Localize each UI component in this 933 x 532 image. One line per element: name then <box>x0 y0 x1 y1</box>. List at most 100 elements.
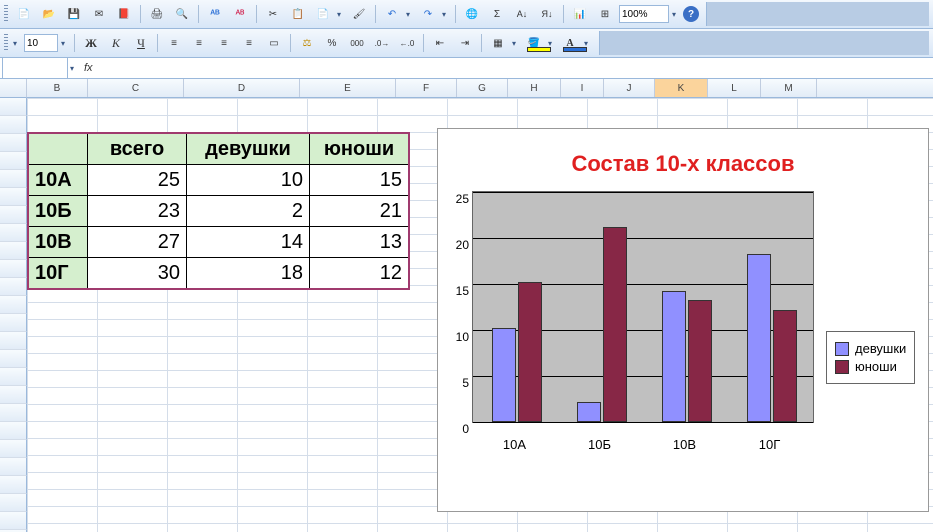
zoom-dropdown-icon[interactable]: ▾ <box>672 10 680 19</box>
name-box[interactable] <box>2 57 68 79</box>
align-right-icon[interactable]: ≡ <box>213 32 235 54</box>
column-header-M[interactable]: M <box>761 79 817 97</box>
cell-total[interactable]: 27 <box>88 227 187 258</box>
font-name-dropdown-icon[interactable]: ▾ <box>13 39 21 48</box>
sort-asc-icon[interactable]: А↓ <box>511 3 533 25</box>
cell-girls[interactable]: 10 <box>187 165 310 196</box>
font-size-dropdown-icon[interactable]: ▾ <box>61 39 69 48</box>
font-size-input[interactable] <box>24 34 58 52</box>
row-header-9[interactable] <box>0 206 27 224</box>
align-justify-icon[interactable]: ≡ <box>238 32 260 54</box>
open-icon[interactable]: 📂 <box>38 3 60 25</box>
zoom-input[interactable] <box>619 5 669 23</box>
chart-object[interactable]: Состав 10-х классов 0510152025 10А10Б10В… <box>437 128 929 512</box>
cell-boys[interactable]: 13 <box>310 227 410 258</box>
cell-boys[interactable]: 12 <box>310 258 410 290</box>
underline-button[interactable]: Ч <box>130 32 152 54</box>
cell-boys[interactable]: 21 <box>310 196 410 227</box>
sum-icon[interactable]: Σ <box>486 3 508 25</box>
row-header-4[interactable] <box>0 116 27 134</box>
row-header-10[interactable] <box>0 224 27 242</box>
remove-decimal-icon[interactable]: ←.0 <box>396 32 418 54</box>
cells-area[interactable]: всего девушки юноши 10А25101510Б2322110В… <box>27 98 933 532</box>
row-header-24[interactable] <box>0 476 27 494</box>
font-color-icon[interactable]: A <box>559 32 581 54</box>
cut-icon[interactable]: ✂ <box>262 3 284 25</box>
borders-icon[interactable]: ▦ <box>487 32 509 54</box>
row-header-26[interactable] <box>0 512 27 530</box>
increase-indent-icon[interactable]: ⇥ <box>454 32 476 54</box>
navigator-icon[interactable]: ⊞ <box>594 3 616 25</box>
toolbar-handle[interactable] <box>4 34 8 52</box>
row-header-11[interactable] <box>0 242 27 260</box>
toolbar-handle[interactable] <box>4 5 8 23</box>
row-header-23[interactable] <box>0 458 27 476</box>
row-header-18[interactable] <box>0 368 27 386</box>
fx-label[interactable]: fx <box>84 62 93 74</box>
column-header-E[interactable]: E <box>300 79 396 97</box>
copy-icon[interactable]: 📋 <box>287 3 309 25</box>
column-header-B[interactable]: B <box>27 79 88 97</box>
hyperlink-icon[interactable]: 🌐 <box>461 3 483 25</box>
column-header-L[interactable]: L <box>708 79 761 97</box>
sort-desc-icon[interactable]: Я↓ <box>536 3 558 25</box>
row-header-19[interactable] <box>0 386 27 404</box>
row-header-13[interactable] <box>0 278 27 296</box>
column-header-G[interactable]: G <box>457 79 508 97</box>
fill-color-icon[interactable]: 🪣 <box>523 32 545 54</box>
column-header-F[interactable]: F <box>396 79 457 97</box>
cell-girls[interactable]: 14 <box>187 227 310 258</box>
column-header-H[interactable]: H <box>508 79 561 97</box>
undo-icon[interactable]: ↶ <box>381 3 403 25</box>
paste-dropdown-icon[interactable]: ▾ <box>337 10 345 19</box>
row-header-22[interactable] <box>0 440 27 458</box>
redo-dropdown-icon[interactable]: ▾ <box>442 10 450 19</box>
autospell-icon[interactable]: ᴬᴮ <box>229 3 251 25</box>
row-header-8[interactable] <box>0 188 27 206</box>
cell-total[interactable]: 23 <box>88 196 187 227</box>
new-doc-icon[interactable]: 📄 <box>13 3 35 25</box>
mail-icon[interactable]: ✉ <box>88 3 110 25</box>
cell-girls[interactable]: 2 <box>187 196 310 227</box>
save-icon[interactable]: 💾 <box>63 3 85 25</box>
row-header-20[interactable] <box>0 404 27 422</box>
row-header-6[interactable] <box>0 152 27 170</box>
redo-icon[interactable]: ↷ <box>417 3 439 25</box>
print-icon[interactable]: 🖨 <box>146 3 168 25</box>
export-pdf-icon[interactable]: 📕 <box>113 3 135 25</box>
undo-dropdown-icon[interactable]: ▾ <box>406 10 414 19</box>
help-icon[interactable]: ? <box>683 6 699 22</box>
row-header-17[interactable] <box>0 350 27 368</box>
row-header-3[interactable] <box>0 98 27 116</box>
cell-boys[interactable]: 15 <box>310 165 410 196</box>
add-decimal-icon[interactable]: .0→ <box>371 32 393 54</box>
row-header-14[interactable] <box>0 296 27 314</box>
currency-icon[interactable]: ⚖ <box>296 32 318 54</box>
formula-input[interactable] <box>99 58 933 78</box>
column-header-K[interactable]: K <box>655 79 708 97</box>
column-header-J[interactable]: J <box>604 79 655 97</box>
paste-icon[interactable]: 📄 <box>312 3 334 25</box>
row-header-12[interactable] <box>0 260 27 278</box>
cell-girls[interactable]: 18 <box>187 258 310 290</box>
italic-button[interactable]: К <box>105 32 127 54</box>
borders-dropdown-icon[interactable]: ▾ <box>512 39 520 48</box>
align-left-icon[interactable]: ≡ <box>163 32 185 54</box>
row-header-15[interactable] <box>0 314 27 332</box>
decrease-indent-icon[interactable]: ⇤ <box>429 32 451 54</box>
row-header-21[interactable] <box>0 422 27 440</box>
column-header-I[interactable]: I <box>561 79 604 97</box>
thousands-icon[interactable]: 000 <box>346 32 368 54</box>
cell-total[interactable]: 30 <box>88 258 187 290</box>
merge-cells-icon[interactable]: ▭ <box>263 32 285 54</box>
spellcheck-icon[interactable]: ᴬᴮ <box>204 3 226 25</box>
name-box-dropdown-icon[interactable]: ▾ <box>70 64 78 73</box>
cell-total[interactable]: 25 <box>88 165 187 196</box>
row-header-25[interactable] <box>0 494 27 512</box>
bold-button[interactable]: Ж <box>80 32 102 54</box>
preview-icon[interactable]: 🔍 <box>171 3 193 25</box>
row-header-5[interactable] <box>0 134 27 152</box>
column-header-C[interactable]: C <box>88 79 184 97</box>
align-center-icon[interactable]: ≡ <box>188 32 210 54</box>
chart-icon[interactable]: 📊 <box>569 3 591 25</box>
